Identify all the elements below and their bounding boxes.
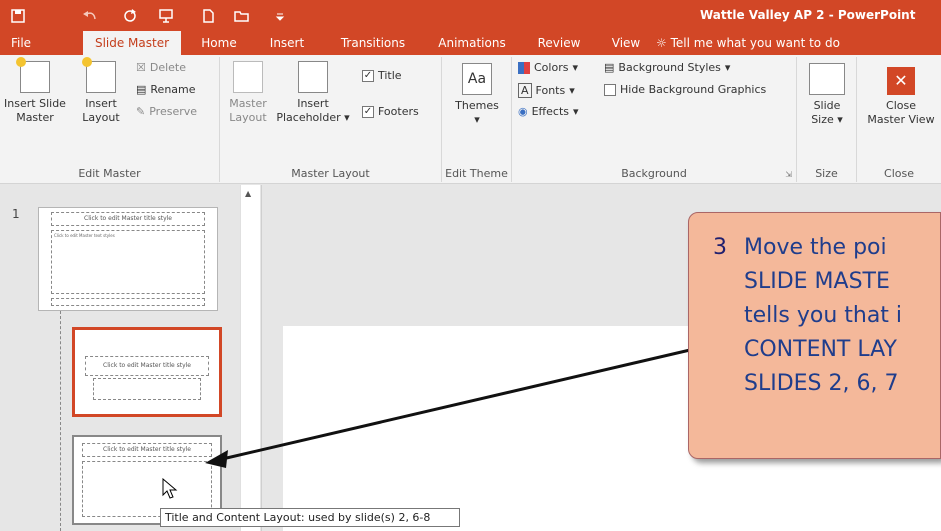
callout-line-2: SLIDE MASTE xyxy=(744,269,890,294)
mouse-pointer-icon xyxy=(162,478,178,499)
callout-line-3: tells you that i xyxy=(744,303,903,328)
callout-line-1: Move the poi xyxy=(744,235,887,260)
callout-step-number: 3 xyxy=(713,235,727,260)
callout-line-5: SLIDES 2, 6, 7 xyxy=(744,371,899,396)
instruction-callout: 3 Move the poi SLIDE MASTE tells you tha… xyxy=(688,212,941,459)
layout-tooltip: Title and Content Layout: used by slide(… xyxy=(160,508,460,527)
callout-line-4: CONTENT LAY xyxy=(744,337,897,362)
